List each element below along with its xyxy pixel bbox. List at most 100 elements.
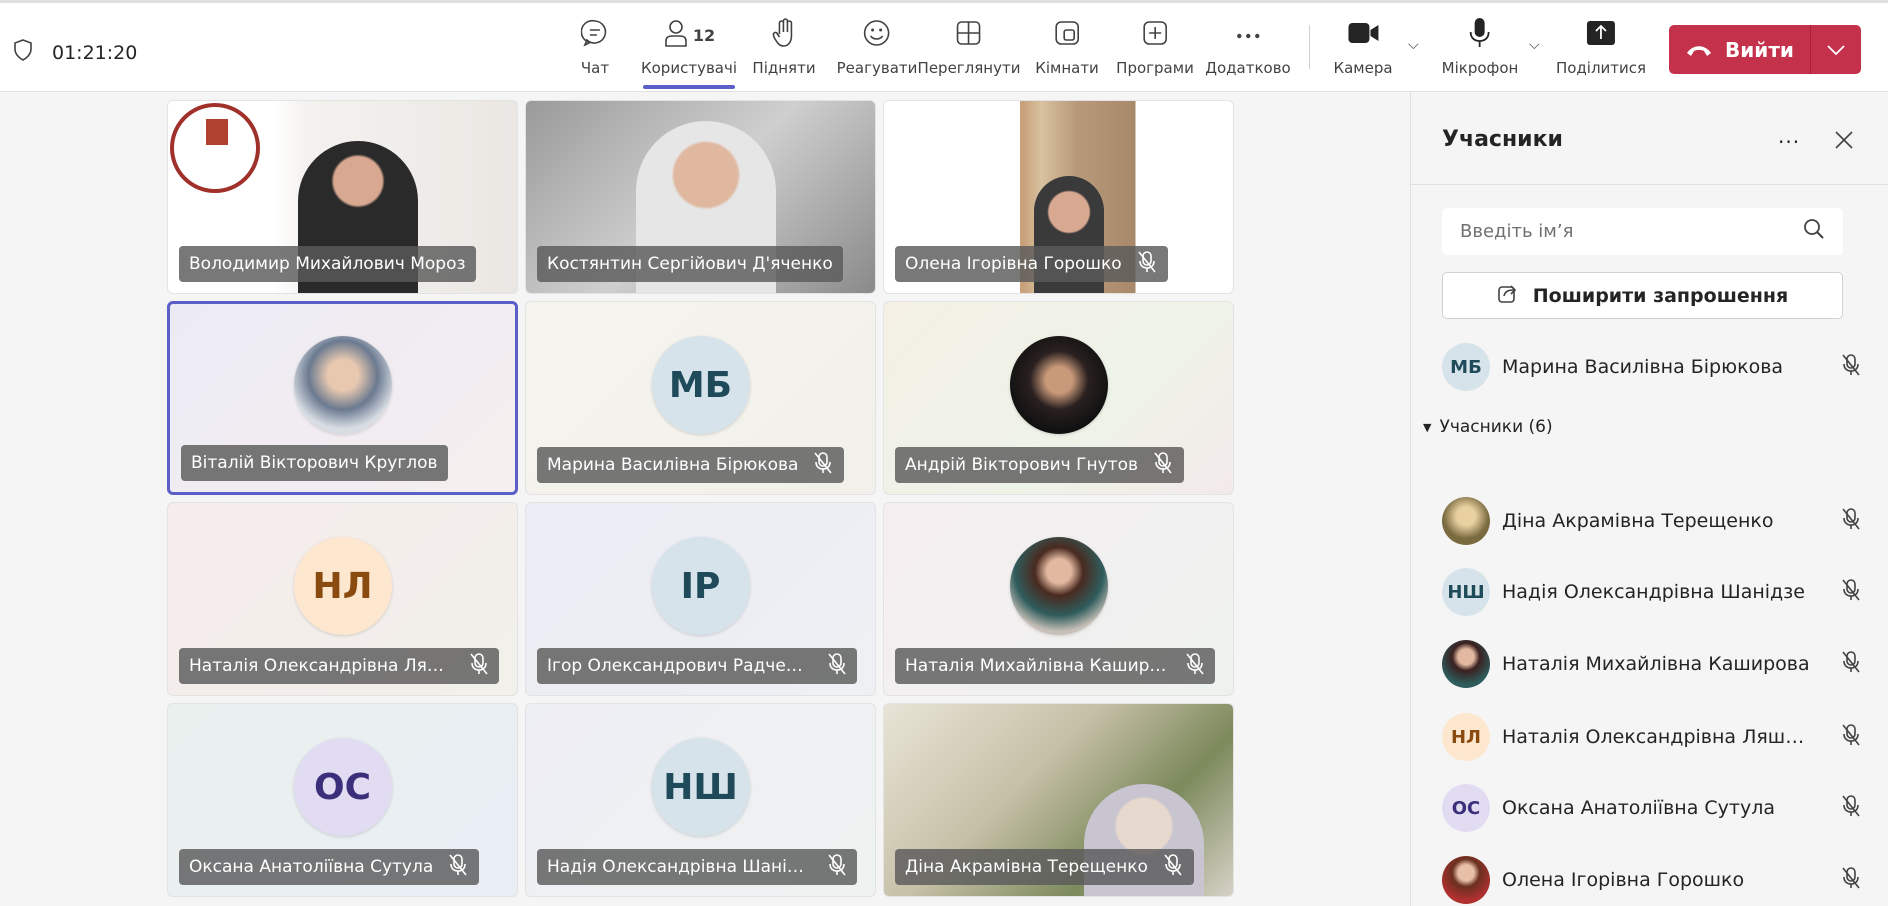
leave-options-chevron-icon[interactable]	[1811, 25, 1861, 74]
chat-label: Чат	[580, 59, 610, 77]
participant-name: Наталія Михайлівна Каширова	[905, 656, 1170, 676]
participant-tile[interactable]: ІР Ігор Олександрович Радченко	[525, 502, 876, 696]
participant-name: Ігор Олександрович Радченко	[547, 656, 812, 676]
mic-options-chevron-icon[interactable]: ⌵	[1529, 37, 1540, 53]
mic-off-icon	[1184, 652, 1205, 681]
chat-button[interactable]: Чат	[580, 17, 610, 77]
shield-icon	[14, 39, 32, 66]
avatar: ОС	[293, 738, 392, 836]
participant-tile[interactable]: Володимир Михайлович Мороз	[167, 100, 518, 294]
participant-tile[interactable]: Діна Акрамівна Терещенко	[883, 703, 1234, 897]
participant-tile[interactable]: НШ Надія Олександрівна Шанідзе	[525, 703, 876, 897]
participant-tile[interactable]: Віталій Вікторович Круглов	[167, 301, 518, 495]
raise-label: Підняти	[752, 59, 816, 77]
participant-name: Надія Олександрівна Шанідзе	[1502, 581, 1805, 603]
section-label: Учасники (6)	[1439, 417, 1553, 437]
mic-off-icon	[1840, 507, 1862, 535]
plus-icon	[1141, 19, 1169, 51]
view-button[interactable]: Переглянути	[917, 17, 1021, 77]
mic-off-icon	[812, 451, 834, 480]
camera-button[interactable]: Камера	[1333, 17, 1393, 77]
participant-name: Наталія Михайлівна Каширова	[1502, 653, 1810, 675]
avatar-photo	[1442, 856, 1490, 904]
participant-name-label: Наталія Михайлівна Каширова	[895, 648, 1215, 684]
participant-name: Костянтин Сергійович Д'яченко	[547, 254, 833, 274]
search-input[interactable]: Введіть ім’я	[1442, 208, 1843, 255]
mic-off-icon	[1840, 866, 1862, 894]
share-icon	[1586, 20, 1616, 50]
participant-row[interactable]: НШ Надія Олександрівна Шанідзе	[1442, 567, 1862, 617]
mic-off-icon	[1162, 853, 1184, 882]
participant-tile[interactable]: Костянтин Сергійович Д'яченко	[525, 100, 876, 294]
share-invite-button[interactable]: Поширити запрошення	[1442, 272, 1843, 319]
camera-options-chevron-icon[interactable]: ⌵	[1408, 37, 1419, 53]
avatar: НЛ	[293, 537, 392, 635]
participant-name: Олена Ігорівна Горошко	[905, 254, 1122, 274]
rooms-label: Кімнати	[1035, 59, 1099, 77]
participant-row[interactable]: НЛ Наталія Олександрівна Ляше...	[1442, 712, 1862, 762]
participant-tile[interactable]: НЛ Наталія Олександрівна Ляше...	[167, 502, 518, 696]
mic-off-icon	[1152, 451, 1174, 480]
people-label: Користувачі	[640, 59, 738, 77]
participant-name: Діна Акрамівна Терещенко	[905, 857, 1148, 877]
participant-row[interactable]: Олена Ігорівна Горошко	[1442, 855, 1862, 905]
leave-label: Вийти	[1725, 37, 1794, 62]
apps-button[interactable]: Програми	[1116, 17, 1194, 77]
react-label: Реагувати	[836, 59, 918, 77]
raise-button[interactable]: Підняти	[752, 17, 816, 77]
panel-more-icon[interactable]: ···	[1778, 130, 1800, 154]
leave-button[interactable]: Вийти	[1669, 25, 1861, 74]
participant-row[interactable]: ОС Оксана Анатоліївна Сутула	[1442, 783, 1862, 833]
avatar: НШ	[651, 738, 750, 836]
people-button[interactable]: 12 Користувачі	[640, 17, 738, 89]
hand-icon	[771, 18, 797, 52]
share-invite-label: Поширити запрошення	[1532, 284, 1789, 307]
participant-name-label: Діна Акрамівна Терещенко	[895, 849, 1194, 885]
participant-name: Діна Акрамівна Терещенко	[1502, 510, 1774, 532]
participant-name: Оксана Анатоліївна Сутула	[1502, 797, 1775, 819]
view-label: Переглянути	[917, 59, 1021, 77]
mic-off-icon	[826, 652, 848, 681]
call-timer: 01:21:20	[14, 39, 137, 66]
participant-name-label: Оксана Анатоліївна Сутула	[179, 849, 480, 885]
rooms-button[interactable]: Кімнати	[1035, 17, 1099, 77]
timer-text: 01:21:20	[52, 41, 138, 64]
participant-name: Віталій Вікторович Круглов	[191, 453, 438, 473]
avatar: ІР	[651, 537, 750, 635]
share-button[interactable]: Поділитися	[1556, 17, 1646, 77]
participant-name-label: Костянтин Сергійович Д'яченко	[537, 246, 843, 282]
participant-row[interactable]: МБ Марина Василівна Бірюкова	[1442, 342, 1862, 392]
participant-name: Андрій Вікторович Гнутов	[905, 455, 1138, 475]
apps-label: Програми	[1116, 59, 1194, 77]
mic-button[interactable]: Мікрофон	[1442, 17, 1518, 77]
toolbar-divider	[1309, 25, 1310, 69]
participant-name-label: Надія Олександрівна Шанідзе	[537, 849, 857, 885]
rooms-icon	[1053, 19, 1081, 51]
participant-name-label: Наталія Олександрівна Ляше...	[179, 648, 499, 684]
more-button[interactable]: Додатково	[1205, 17, 1291, 77]
participant-row[interactable]: Наталія Михайлівна Каширова	[1442, 639, 1862, 689]
grid-icon	[955, 19, 983, 51]
participant-tile[interactable]: Наталія Михайлівна Каширова	[883, 502, 1234, 696]
react-button[interactable]: Реагувати	[836, 17, 918, 77]
participant-name-label: Володимир Михайлович Мороз	[179, 246, 476, 282]
avatar-photo	[293, 336, 392, 434]
mic-off-icon	[1840, 650, 1862, 678]
close-icon[interactable]	[1834, 130, 1854, 154]
participant-tile[interactable]: МБ Марина Василівна Бірюкова	[525, 301, 876, 495]
participant-name: Марина Василівна Бірюкова	[1502, 356, 1784, 378]
search-icon	[1803, 218, 1825, 245]
participant-tile[interactable]: Андрій Вікторович Гнутов	[883, 301, 1234, 495]
department-logo	[170, 103, 260, 193]
participant-name-label: Олена Ігорівна Горошко	[895, 246, 1168, 282]
participant-tile[interactable]: ОС Оксана Анатоліївна Сутула	[167, 703, 518, 897]
mic-off-icon	[1840, 578, 1862, 606]
avatar-photo	[1442, 640, 1490, 688]
participants-section-toggle[interactable]: ▼ Учасники (6)	[1423, 417, 1553, 437]
search-placeholder: Введіть ім’я	[1460, 221, 1574, 242]
mic-off-icon	[1840, 353, 1862, 381]
participant-name-label: Андрій Вікторович Гнутов	[895, 447, 1184, 483]
participant-name: Наталія Олександрівна Ляше...	[189, 656, 455, 676]
participant-row[interactable]: Діна Акрамівна Терещенко	[1442, 496, 1862, 546]
participant-tile[interactable]: Олена Ігорівна Горошко	[883, 100, 1234, 294]
